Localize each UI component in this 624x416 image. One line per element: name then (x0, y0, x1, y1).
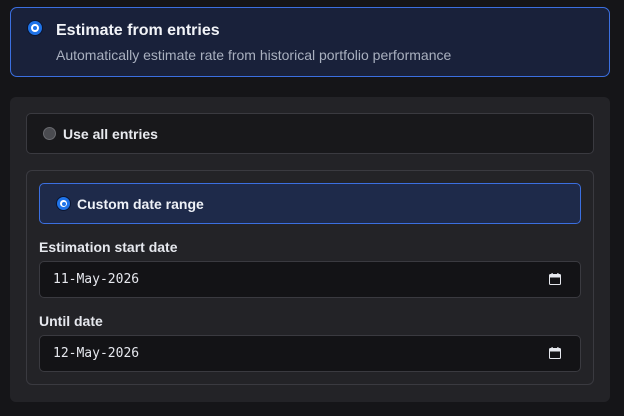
until-date-label: Until date (39, 313, 103, 329)
custom-date-range-label: Custom date range (77, 196, 204, 212)
custom-date-range-section: Custom date range Estimation start date … (26, 170, 594, 385)
start-date-input[interactable]: 11-May-2026 (39, 261, 581, 298)
estimate-option-title: Estimate from entries (56, 22, 220, 39)
radio-unselected-icon[interactable] (43, 127, 56, 140)
use-all-entries-option[interactable]: Use all entries (26, 113, 594, 154)
radio-selected-icon[interactable] (28, 21, 42, 35)
estimate-option-subtitle: Automatically estimate rate from histori… (56, 47, 452, 63)
radio-selected-icon[interactable] (57, 197, 70, 210)
calendar-icon[interactable] (549, 347, 561, 359)
estimation-settings-panel: Use all entries Custom date range Estima… (10, 97, 610, 402)
until-date-input[interactable]: 12-May-2026 (39, 335, 581, 372)
start-date-label: Estimation start date (39, 239, 178, 255)
custom-date-range-option[interactable]: Custom date range (39, 183, 581, 224)
until-date-value: 12-May-2026 (53, 346, 140, 361)
use-all-entries-label: Use all entries (63, 126, 158, 142)
calendar-icon[interactable] (549, 273, 561, 285)
estimate-from-entries-option[interactable]: Estimate from entries Automatically esti… (10, 7, 610, 77)
start-date-value: 11-May-2026 (53, 272, 140, 287)
